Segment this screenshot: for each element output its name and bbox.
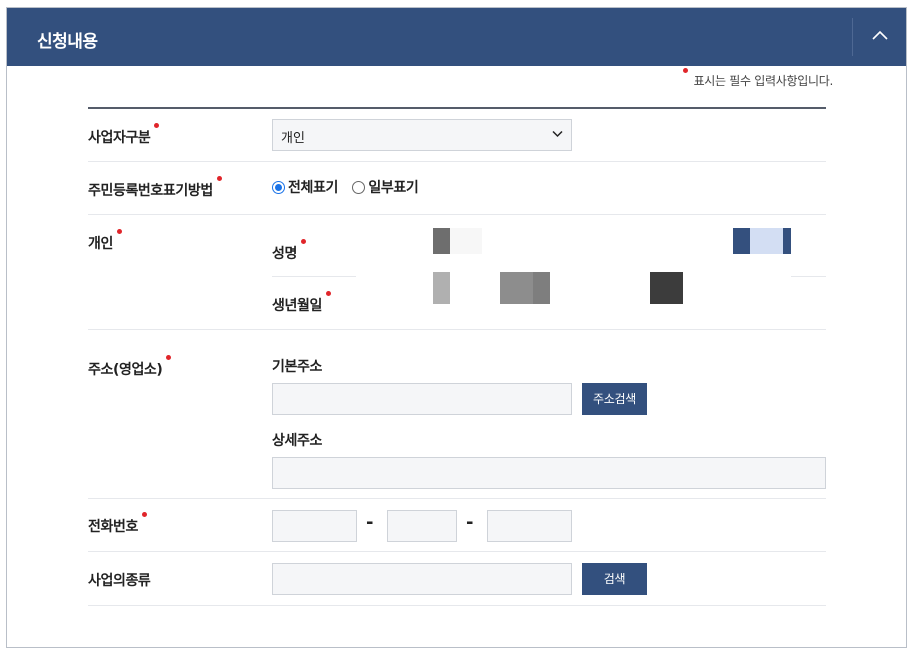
business-type-value: 개인 bbox=[281, 131, 305, 146]
redacted-block bbox=[450, 228, 482, 254]
radio-partial-display[interactable]: 일부표기 bbox=[352, 177, 419, 197]
row-divider bbox=[88, 329, 826, 330]
phone-part1-input[interactable] bbox=[272, 510, 357, 542]
id-display-method-radios: 전체표기 일부표기 bbox=[272, 177, 428, 198]
phone-separator: - bbox=[466, 512, 474, 533]
detail-address-input[interactable] bbox=[272, 457, 826, 489]
phone-label: 전화번호 bbox=[88, 512, 147, 536]
chevron-up-icon bbox=[872, 30, 888, 40]
birth-label-text: 생년월일 bbox=[272, 298, 322, 314]
required-dot-icon bbox=[300, 239, 306, 244]
radio-full-display[interactable]: 전체표기 bbox=[272, 177, 338, 197]
required-dot-icon bbox=[682, 68, 688, 73]
redacted-block bbox=[783, 228, 791, 254]
redacted-block bbox=[433, 272, 450, 304]
birth-label: 생년월일 bbox=[272, 291, 331, 315]
panel-header: 신청내용 bbox=[7, 8, 906, 66]
table-top-border bbox=[88, 107, 826, 109]
redacted-block bbox=[750, 228, 783, 254]
basic-address-label: 기본주소 bbox=[272, 359, 322, 375]
basic-address-input[interactable] bbox=[272, 383, 572, 415]
address-label: 주소(영업소) bbox=[88, 355, 172, 379]
business-kind-input[interactable] bbox=[272, 563, 572, 595]
required-note-text: 표시는 필수 입력사항입니다. bbox=[693, 74, 834, 88]
radio-full-display-label: 전체표기 bbox=[288, 180, 338, 196]
address-search-button[interactable]: 주소검색 bbox=[582, 383, 647, 415]
required-dot-icon bbox=[216, 176, 222, 181]
radio-checked-icon bbox=[272, 180, 285, 194]
business-kind-label: 사업의종류 bbox=[88, 570, 151, 590]
radio-partial-display-label: 일부표기 bbox=[368, 180, 419, 196]
row-divider bbox=[88, 214, 826, 215]
business-type-select[interactable]: 개인 bbox=[272, 119, 572, 151]
individual-label: 개인 bbox=[88, 229, 122, 253]
chevron-down-icon bbox=[552, 130, 563, 138]
name-label-text: 성명 bbox=[272, 246, 297, 262]
business-kind-search-button[interactable]: 검색 bbox=[582, 563, 647, 595]
business-type-label-text: 사업자구분 bbox=[88, 130, 151, 146]
required-note: 표시는 필수 입력사항입니다. bbox=[682, 68, 834, 89]
phone-label-text: 전화번호 bbox=[88, 519, 138, 535]
business-kind-label-text: 사업의종류 bbox=[88, 573, 151, 589]
collapse-button[interactable] bbox=[853, 8, 906, 66]
name-label: 성명 bbox=[272, 239, 306, 263]
phone-separator: - bbox=[366, 512, 374, 533]
redacted-block bbox=[500, 272, 533, 304]
required-dot-icon bbox=[116, 229, 122, 234]
row-divider bbox=[88, 498, 826, 499]
required-dot-icon bbox=[325, 291, 331, 296]
row-divider bbox=[88, 605, 826, 606]
phone-part3-input[interactable] bbox=[487, 510, 572, 542]
redacted-block bbox=[733, 228, 750, 254]
id-display-method-label: 주민등록번호표기방법 bbox=[88, 176, 222, 200]
subrow-divider bbox=[791, 276, 826, 277]
row-divider bbox=[88, 161, 826, 162]
business-type-label: 사업자구분 bbox=[88, 123, 160, 147]
id-display-method-label-text: 주민등록번호표기방법 bbox=[88, 183, 213, 199]
address-label-text: 주소(영업소) bbox=[88, 362, 163, 378]
required-dot-icon bbox=[141, 512, 147, 517]
redacted-block bbox=[650, 272, 683, 304]
panel-title: 신청내용 bbox=[37, 32, 98, 52]
subrow-divider bbox=[272, 276, 356, 277]
phone-part2-input[interactable] bbox=[387, 510, 457, 542]
row-divider bbox=[88, 551, 826, 552]
radio-unchecked-icon bbox=[352, 180, 366, 194]
redacted-block bbox=[533, 272, 550, 304]
detail-address-label: 상세주소 bbox=[272, 433, 322, 449]
redacted-block bbox=[433, 228, 450, 254]
individual-label-text: 개인 bbox=[88, 236, 113, 252]
